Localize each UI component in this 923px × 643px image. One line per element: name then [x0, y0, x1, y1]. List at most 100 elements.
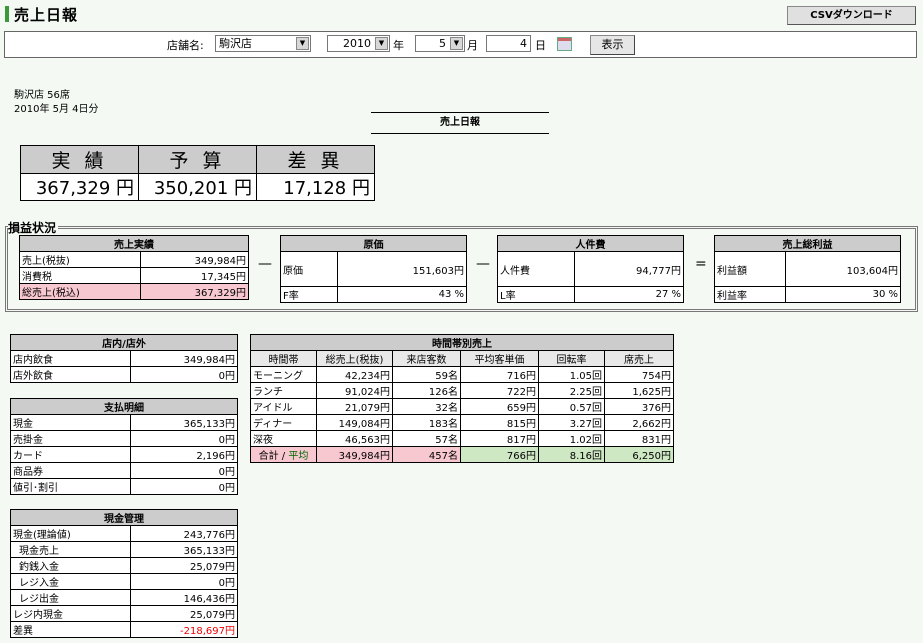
gross-row-label: 総売上(税込) [19, 283, 141, 300]
hourly-cell: 21,079円 [316, 398, 393, 415]
summary-header-actual: 実 績 [20, 145, 139, 174]
payment-header: 支払明細 [10, 398, 238, 415]
hourly-total-label: 合計 / 平均 [250, 446, 317, 463]
dropdown-arrow-icon: ▼ [375, 37, 388, 50]
summary-diff-value: 17,128 円 [256, 173, 375, 201]
date-info: 2010年 5月 4日分 [14, 104, 99, 115]
month-unit: 月 [467, 39, 478, 52]
hourly-total-cell: 766円 [460, 446, 539, 463]
hourly-row: モーニング 42,234円 59名 716円 1.05回 754円 [250, 366, 674, 383]
year-unit: 年 [393, 39, 404, 52]
tax-row-label: 消費税 [19, 267, 141, 284]
hourly-total-cell: 457名 [392, 446, 461, 463]
cash-row-label: 現金(理論値) [10, 525, 131, 542]
cash-row-value: 25,079円 [130, 605, 238, 622]
minus-operator: — [476, 256, 490, 272]
day-input-value: 4 [520, 37, 527, 50]
hourly-col-header: 平均客単価 [460, 350, 539, 367]
payment-row-label: カード [10, 446, 131, 463]
summary-table: 実 績 予 算 差 異 367,329 円 350,201 円 17,128 円 [20, 145, 375, 201]
hourly-col-header: 来店客数 [392, 350, 461, 367]
hourly-cell: 659円 [460, 398, 539, 415]
hourly-cell: 183名 [392, 414, 461, 431]
cash-row-value: 365,133円 [130, 541, 238, 558]
labor-header: 人件費 [497, 235, 684, 252]
hourly-row: アイドル 21,079円 32名 659円 0.57回 376円 [250, 398, 674, 415]
cash-row-label: レジ内現金 [10, 605, 131, 622]
dropdown-arrow-icon: ▼ [296, 37, 309, 50]
profit-row-value: 103,604円 [785, 251, 901, 287]
cash-row-label: 釣銭入金 [10, 557, 131, 574]
cost-row-value: 151,603円 [337, 251, 467, 287]
hourly-cell: 深夜 [250, 430, 317, 447]
title-accent-bar [5, 6, 9, 22]
payment-row-label: 商品券 [10, 462, 131, 479]
hourly-row: ディナー 149,084円 183名 815円 3.27回 2,662円 [250, 414, 674, 431]
hourly-cell: 376円 [604, 398, 674, 415]
hourly-cell: 817円 [460, 430, 539, 447]
hourly-cell: 754円 [604, 366, 674, 383]
payment-table: 支払明細 現金 365,133円 売掛金 0円 カード 2,196円 商品券 0円 値引… [10, 398, 238, 495]
store-label: 店舗名: [167, 39, 204, 52]
sales-header: 売上実績 [19, 235, 249, 252]
tax-row-value: 17,345円 [139, 267, 250, 284]
cash-table: 現金管理 現金(理論値) 243,776円 現金売上 365,133円 釣銭入金 25… [10, 509, 238, 638]
equals-operator: = [695, 256, 707, 272]
payment-row-value: 0円 [130, 430, 238, 447]
payment-row-value: 0円 [130, 462, 238, 479]
profit-header: 売上総利益 [714, 235, 901, 252]
hourly-total-cell: 349,984円 [316, 446, 393, 463]
cash-header: 現金管理 [10, 509, 238, 526]
month-select[interactable]: 5 ▼ [415, 35, 465, 52]
filter-bar: 店舗名: 駒沢店 ▼ 2010 ▼ 年 5 ▼ 月 4 日 表示 [4, 31, 917, 58]
payment-row-label: 値引･割引 [10, 478, 131, 495]
cash-row-value: 146,436円 [130, 589, 238, 606]
store-select-value: 駒沢店 [219, 37, 252, 50]
hourly-cell: 3.27回 [538, 414, 605, 431]
month-select-value: 5 [439, 37, 446, 50]
gross-row-value: 367,329円 [139, 283, 250, 300]
show-button[interactable]: 表示 [590, 35, 635, 55]
summary-header-diff: 差 異 [256, 145, 375, 174]
hourly-cell: 815円 [460, 414, 539, 431]
hourly-cell: 0.57回 [538, 398, 605, 415]
hourly-table: 時間帯別売上 時間帯 総売上(税抜) 来店客数 平均客単価 回転率 席売上 モー… [250, 334, 674, 463]
store-info: 駒沢店 56席 [14, 90, 70, 101]
hourly-cell: 42,234円 [316, 366, 393, 383]
inout-row-value: 349,984円 [130, 350, 238, 367]
inout-header: 店内/店外 [10, 334, 238, 351]
profit-rate-label: 利益率 [713, 286, 787, 303]
hourly-cell: 1.05回 [538, 366, 605, 383]
year-select-value: 2010 [343, 37, 371, 50]
profit-row-label: 利益額 [713, 251, 787, 287]
hourly-row: ランチ 91,024円 126名 722円 2.25回 1,625円 [250, 382, 674, 399]
f-rate-value: 43 % [337, 286, 467, 303]
hourly-cell: アイドル [250, 398, 317, 415]
sales-row-label: 売上(税抜) [19, 251, 141, 268]
csv-download-button[interactable]: CSVダウンロード [787, 6, 916, 25]
cash-row-value: 25,079円 [130, 557, 238, 574]
page-title: 売上日報 [14, 6, 79, 24]
store-select[interactable]: 駒沢店 ▼ [215, 35, 311, 52]
summary-actual-value: 367,329 円 [20, 173, 139, 201]
sales-row-value: 349,984円 [139, 251, 250, 268]
day-input[interactable]: 4 [486, 35, 531, 52]
hourly-cell: 32名 [392, 398, 461, 415]
payment-row-label: 現金 [10, 414, 131, 431]
cash-diff-label: 差異 [10, 621, 131, 638]
year-select[interactable]: 2010 ▼ [327, 35, 390, 52]
hourly-cell: 831円 [604, 430, 674, 447]
summary-budget-value: 350,201 円 [138, 173, 257, 201]
minus-operator: — [258, 256, 272, 272]
l-rate-value: 27 % [573, 286, 685, 303]
hourly-cell: ランチ [250, 382, 317, 399]
hourly-cell: 91,024円 [316, 382, 393, 399]
profit-table: 売上総利益 利益額 103,604円 利益率 30 % [713, 235, 901, 303]
hourly-row: 深夜 46,563円 57名 817円 1.02回 831円 [250, 430, 674, 447]
calendar-icon[interactable] [557, 37, 572, 51]
hourly-cell: 2,662円 [604, 414, 674, 431]
l-rate-label: L率 [497, 286, 575, 303]
hourly-cell: 59名 [392, 366, 461, 383]
cost-row-label: 原価 [279, 251, 339, 287]
inout-row-value: 0円 [130, 366, 238, 383]
